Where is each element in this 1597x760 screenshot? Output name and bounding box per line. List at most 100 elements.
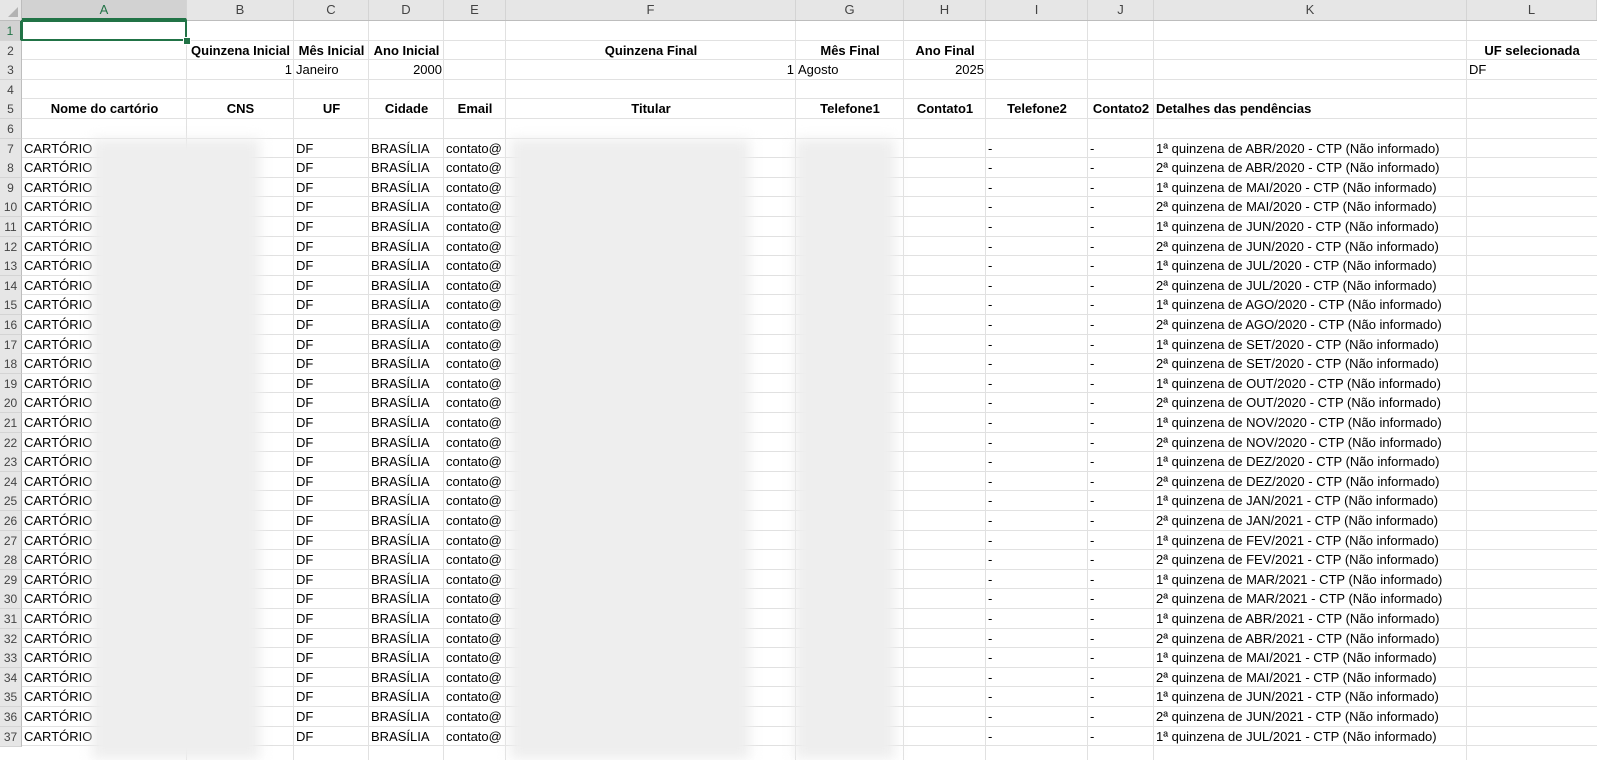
cell-uf[interactable]: DF [294,217,369,236]
cell-detalhe[interactable]: 1ª quinzena de ABR/2020 - CTP (Não infor… [1154,139,1467,158]
cell-email[interactable]: contato@ [444,158,506,177]
cell-telefone2[interactable]: - [986,158,1088,177]
cell-contato2[interactable]: - [1088,335,1154,354]
row-header-9[interactable]: 9 [0,177,22,198]
table-header-7[interactable]: Contato1 [904,99,986,118]
cell-email[interactable]: contato@ [444,295,506,314]
cell-email[interactable]: contato@ [444,648,506,667]
cell-detalhe[interactable]: 1ª quinzena de JUL/2021 - CTP (Não infor… [1154,727,1467,746]
cell-cidade[interactable]: BRASÍLIA [369,452,444,471]
cell-uf[interactable]: DF [294,629,369,648]
cell-cidade[interactable]: BRASÍLIA [369,295,444,314]
cell-telefone2[interactable]: - [986,511,1088,530]
cell-uf[interactable]: DF [294,413,369,432]
cell-uf[interactable]: DF [294,648,369,667]
cell-contato2[interactable]: - [1088,629,1154,648]
column-header-h[interactable]: H [904,0,986,20]
cell-uf[interactable]: DF [294,609,369,628]
row-header-27[interactable]: 27 [0,530,22,551]
cell-contato2[interactable]: - [1088,687,1154,706]
cell-detalhe[interactable]: 1ª quinzena de FEV/2021 - CTP (Não infor… [1154,531,1467,550]
column-header-d[interactable]: D [369,0,444,20]
label-uf-selecionada[interactable]: UF selecionada [1467,41,1597,60]
cell-email[interactable]: contato@ [444,589,506,608]
row-header-15[interactable]: 15 [0,295,22,316]
cell-detalhe[interactable]: 1ª quinzena de OUT/2020 - CTP (Não infor… [1154,374,1467,393]
cell-detalhe[interactable]: 1ª quinzena de ABR/2021 - CTP (Não infor… [1154,609,1467,628]
cell-cidade[interactable]: BRASÍLIA [369,707,444,726]
cell-contato2[interactable]: - [1088,511,1154,530]
active-cell-selection[interactable] [21,20,187,41]
cell-uf[interactable]: DF [294,139,369,158]
cell-contato2[interactable]: - [1088,727,1154,746]
cell-detalhe[interactable]: 2ª quinzena de DEZ/2020 - CTP (Não infor… [1154,472,1467,491]
cell-telefone2[interactable]: - [986,472,1088,491]
value-ano-inicial[interactable]: 2000 [369,60,444,79]
cell-contato2[interactable]: - [1088,531,1154,550]
cell-detalhe[interactable]: 1ª quinzena de JAN/2021 - CTP (Não infor… [1154,491,1467,510]
cell-email[interactable]: contato@ [444,354,506,373]
cell-email[interactable]: contato@ [444,256,506,275]
cell-detalhe[interactable]: 1ª quinzena de MAI/2020 - CTP (Não infor… [1154,178,1467,197]
value-uf-selecionada[interactable]: DF [1467,60,1597,79]
cell-uf[interactable]: DF [294,550,369,569]
cell-detalhe[interactable]: 1ª quinzena de DEZ/2020 - CTP (Não infor… [1154,452,1467,471]
row-header-29[interactable]: 29 [0,569,22,590]
cell-detalhe[interactable]: 1ª quinzena de JUN/2021 - CTP (Não infor… [1154,687,1467,706]
cell-telefone2[interactable]: - [986,687,1088,706]
row-header-34[interactable]: 34 [0,667,22,688]
column-header-f[interactable]: F [506,0,796,20]
cell-uf[interactable]: DF [294,433,369,452]
cell-uf[interactable]: DF [294,589,369,608]
row-header-7[interactable]: 7 [0,138,22,159]
cell-cidade[interactable]: BRASÍLIA [369,550,444,569]
fill-handle[interactable] [183,37,191,45]
cell-uf[interactable]: DF [294,707,369,726]
cell-contato2[interactable]: - [1088,197,1154,216]
cell-cidade[interactable]: BRASÍLIA [369,609,444,628]
row-header-2[interactable]: 2 [0,40,22,61]
cell-detalhe[interactable]: 1ª quinzena de MAI/2021 - CTP (Não infor… [1154,648,1467,667]
cell-uf[interactable]: DF [294,315,369,334]
column-header-g[interactable]: G [796,0,904,20]
cell-cidade[interactable]: BRASÍLIA [369,374,444,393]
cell-uf[interactable]: DF [294,374,369,393]
row-header-32[interactable]: 32 [0,628,22,649]
cell-telefone2[interactable]: - [986,589,1088,608]
table-header-10[interactable]: Detalhes das pendências [1154,99,1467,118]
cell-cidade[interactable]: BRASÍLIA [369,668,444,687]
cell-email[interactable]: contato@ [444,433,506,452]
cell-telefone2[interactable]: - [986,727,1088,746]
cell-uf[interactable]: DF [294,276,369,295]
cell-telefone2[interactable]: - [986,335,1088,354]
row-header-36[interactable]: 36 [0,707,22,727]
value-quinzena-inicial[interactable]: 1 [187,60,294,79]
row-header-10[interactable]: 10 [0,197,22,218]
row-header-23[interactable]: 23 [0,452,22,473]
row-header-4[interactable]: 4 [0,79,22,100]
cell-uf[interactable]: DF [294,452,369,471]
cell-telefone2[interactable]: - [986,374,1088,393]
cell-uf[interactable]: DF [294,335,369,354]
row-header-1[interactable]: 1 [0,21,22,41]
cell-telefone2[interactable]: - [986,237,1088,256]
cell-contato2[interactable]: - [1088,589,1154,608]
cell-contato2[interactable]: - [1088,570,1154,589]
cell-telefone2[interactable]: - [986,139,1088,158]
cell-email[interactable]: contato@ [444,491,506,510]
cell-cidade[interactable]: BRASÍLIA [369,256,444,275]
cell-contato2[interactable]: - [1088,315,1154,334]
cell-telefone2[interactable]: - [986,276,1088,295]
label-ano-final[interactable]: Ano Final [904,41,986,60]
column-header-c[interactable]: C [294,0,369,20]
label-quinzena-final[interactable]: Quinzena Final [506,41,796,60]
cell-detalhe[interactable]: 2ª quinzena de ABR/2020 - CTP (Não infor… [1154,158,1467,177]
row-header-18[interactable]: 18 [0,354,22,375]
value-mes-inicial[interactable]: Janeiro [294,60,369,79]
cell-email[interactable]: contato@ [444,531,506,550]
select-all-button[interactable] [0,0,22,20]
cell-cidade[interactable]: BRASÍLIA [369,354,444,373]
cell-telefone2[interactable]: - [986,178,1088,197]
cell-telefone2[interactable]: - [986,295,1088,314]
cell-detalhe[interactable]: 2ª quinzena de OUT/2020 - CTP (Não infor… [1154,393,1467,412]
